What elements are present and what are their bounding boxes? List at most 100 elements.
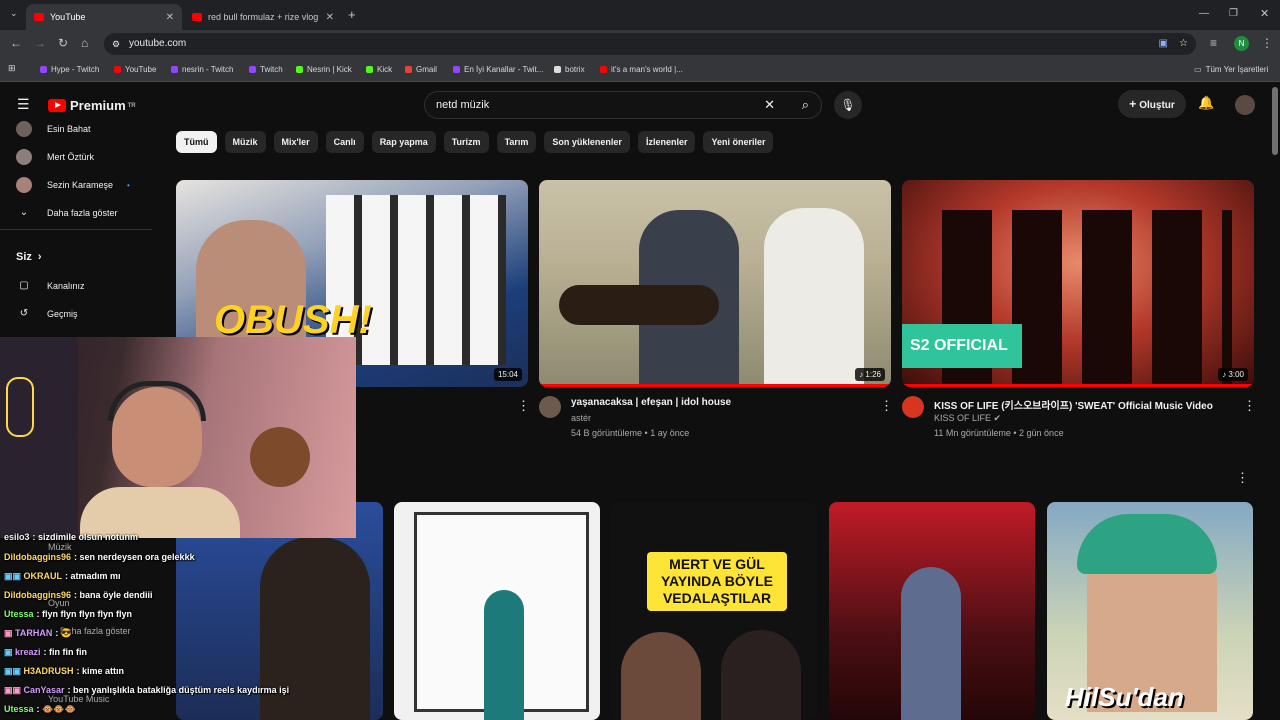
badge-icon: ▣▣ [4, 685, 24, 695]
short-thumbnail[interactable] [394, 502, 600, 720]
chat-message: ▣ TARHAN: 😎 [4, 628, 72, 639]
sidebar-item-your-channel[interactable]: ▢ Kanalınız [16, 278, 84, 294]
chip[interactable]: Yeni öneriler [703, 131, 774, 153]
verified-icon: ✔ [993, 413, 1002, 423]
address-bar[interactable]: ⚙ youtube.com ▣ ☆ [104, 33, 1196, 55]
close-tab-icon[interactable]: ✕ [166, 12, 174, 23]
chevron-down-icon: ⌄ [19, 207, 29, 218]
close-tab-icon[interactable]: ✕ [326, 12, 334, 23]
short-overlay-text: MERT VE GÜL YAYINDA BÖYLE VEDALAŞTILAR [647, 552, 787, 611]
chat-username: Dildobaggins96 [4, 590, 72, 600]
video-menu-icon[interactable]: ⋮ [880, 398, 893, 414]
video-duration: 15:04 [493, 368, 522, 381]
twitch-icon [249, 66, 256, 73]
menu-kebab-icon[interactable]: ⋮ [1261, 36, 1273, 50]
bookmark-item[interactable]: nesrin - Twitch [171, 65, 233, 74]
profile-avatar[interactable]: N [1234, 36, 1249, 51]
chat-text: : flyn flyn flyn flyn flyn [36, 609, 133, 619]
chip[interactable]: Rap yapma [371, 131, 436, 153]
tab-youtube[interactable]: YouTube ✕ [26, 4, 182, 30]
hamburger-menu-icon[interactable]: ☰ [17, 96, 30, 113]
bookmark-item[interactable]: Gmail [405, 65, 437, 74]
sidebar-item-mert-ozturk[interactable]: Mert Öztürk [16, 149, 94, 165]
short-thumbnail[interactable] [829, 502, 1035, 720]
chip[interactable]: Son yüklenenler [544, 131, 630, 153]
video-menu-icon[interactable]: ⋮ [517, 398, 530, 414]
chip[interactable]: Tarım [496, 131, 537, 153]
bookmark-label: Gmail [416, 65, 437, 74]
kick-icon [296, 66, 303, 73]
short-thumbnail[interactable]: HilSu'dan [1047, 502, 1253, 720]
bookmark-label: Nesrin | Kick [307, 65, 352, 74]
notifications-icon[interactable]: 🔔 [1198, 95, 1214, 111]
chat-username: Utessa [4, 704, 34, 714]
new-content-dot: • [127, 180, 130, 190]
search-input[interactable]: netd müzik ✕ ⌕ [424, 91, 822, 119]
forward-icon[interactable]: → [34, 36, 46, 50]
close-window-icon[interactable]: ✕ [1260, 7, 1269, 20]
channel-avatar[interactable] [902, 396, 924, 418]
neon-sign [6, 377, 34, 437]
minimize-icon[interactable]: — [1199, 8, 1209, 19]
chip[interactable]: Mix'ler [273, 131, 318, 153]
shorts-menu-icon[interactable]: ⋮ [1236, 470, 1249, 486]
video-menu-icon[interactable]: ⋮ [1243, 398, 1256, 414]
sidebar-item-esin-bahat[interactable]: Esin Bahat [16, 121, 91, 137]
video-title[interactable]: yaşanacaksa | efeşan | idol house [571, 397, 731, 408]
twitch-icon [453, 66, 460, 73]
bookmark-item[interactable]: YouTube [114, 65, 156, 74]
maximize-icon[interactable]: ❐ [1229, 8, 1238, 19]
reload-icon[interactable]: ↻ [58, 36, 68, 50]
chip[interactable]: Turizm [443, 131, 489, 153]
youtube-logo[interactable]: Premium TR [48, 98, 136, 113]
video-title[interactable]: KISS OF LIFE (키스오브라이프) 'SWEAT' Official … [934, 397, 1213, 412]
tab-vlog[interactable]: red bull formulaz + rize vlog - \ ✕ [184, 4, 342, 30]
create-button[interactable]: + Oluştur [1118, 90, 1186, 118]
sidebar-you-header[interactable]: Siz › [16, 251, 42, 263]
scrollbar-thumb[interactable] [1272, 87, 1278, 155]
tab-search-icon[interactable]: ⌄ [10, 8, 18, 19]
channel-name[interactable]: KISS OF LIFE ✔ [934, 413, 1001, 424]
video-thumbnail[interactable]: S2 OFFICIAL ♪ 3:00 [902, 180, 1254, 387]
bookmark-star-icon[interactable]: ☆ [1179, 33, 1188, 55]
all-bookmarks[interactable]: ▭ Tüm Yer İşaretleri [1194, 65, 1268, 74]
bookmark-item[interactable]: Nesrin | Kick [296, 65, 352, 74]
bookmark-item[interactable]: it's a man's world |... [600, 65, 683, 74]
chat-username: TARHAN [15, 628, 53, 638]
reading-list-icon[interactable]: ≡ [1210, 36, 1217, 50]
chip[interactable]: Müzik [224, 131, 266, 153]
chip[interactable]: Canlı [325, 131, 364, 153]
chat-message: Dildobaggins96: bana öyle dendiii [4, 590, 153, 600]
voice-search-button[interactable]: 🎙 [834, 91, 862, 119]
home-icon[interactable]: ⌂ [81, 36, 88, 50]
video-thumbnail[interactable]: ♪ 1:26 [539, 180, 891, 387]
site-info-icon[interactable]: ⚙ [112, 33, 120, 55]
short-overlay-text: HilSu'dan [1065, 682, 1184, 712]
clear-search-icon[interactable]: ✕ [764, 92, 775, 118]
bookmark-item[interactable]: Hype - Twitch [40, 65, 99, 74]
gmail-icon [405, 66, 412, 73]
translate-icon[interactable]: ▣ [1159, 33, 1168, 55]
account-avatar[interactable] [1235, 95, 1255, 115]
thumbnail-hat [1077, 514, 1217, 574]
duration-text: 1:26 [865, 370, 881, 379]
bookmark-item[interactable]: Kick [366, 65, 392, 74]
new-tab-icon[interactable]: + [348, 7, 356, 22]
bookmark-item[interactable]: botrix [554, 65, 585, 74]
sidebar-item-sezin-karamese[interactable]: Sezin Karameşe • [16, 177, 130, 193]
show-more-button[interactable]: ⌄ Daha fazla göster [16, 205, 118, 221]
sidebar-item-history[interactable]: ↺ Geçmiş [16, 306, 78, 322]
bookmark-item[interactable]: Twitch [249, 65, 283, 74]
chip[interactable]: İzlenenler [637, 131, 696, 153]
youtube-favicon-icon [34, 13, 44, 21]
back-icon[interactable]: ← [10, 36, 22, 50]
channel-avatar[interactable] [539, 396, 561, 418]
chat-text: : bana öyle dendiii [74, 590, 153, 600]
chip-all[interactable]: Tümü [176, 131, 217, 153]
country-code: TR [127, 102, 136, 109]
search-icon[interactable]: ⌕ [802, 92, 809, 118]
bookmark-item[interactable]: En İyi Kanallar - Twit... [453, 65, 543, 74]
short-thumbnail[interactable]: MERT VE GÜL YAYINDA BÖYLE VEDALAŞTILAR [611, 502, 817, 720]
apps-icon[interactable]: ⊞ [8, 63, 16, 74]
channel-name[interactable]: astér [571, 413, 591, 423]
